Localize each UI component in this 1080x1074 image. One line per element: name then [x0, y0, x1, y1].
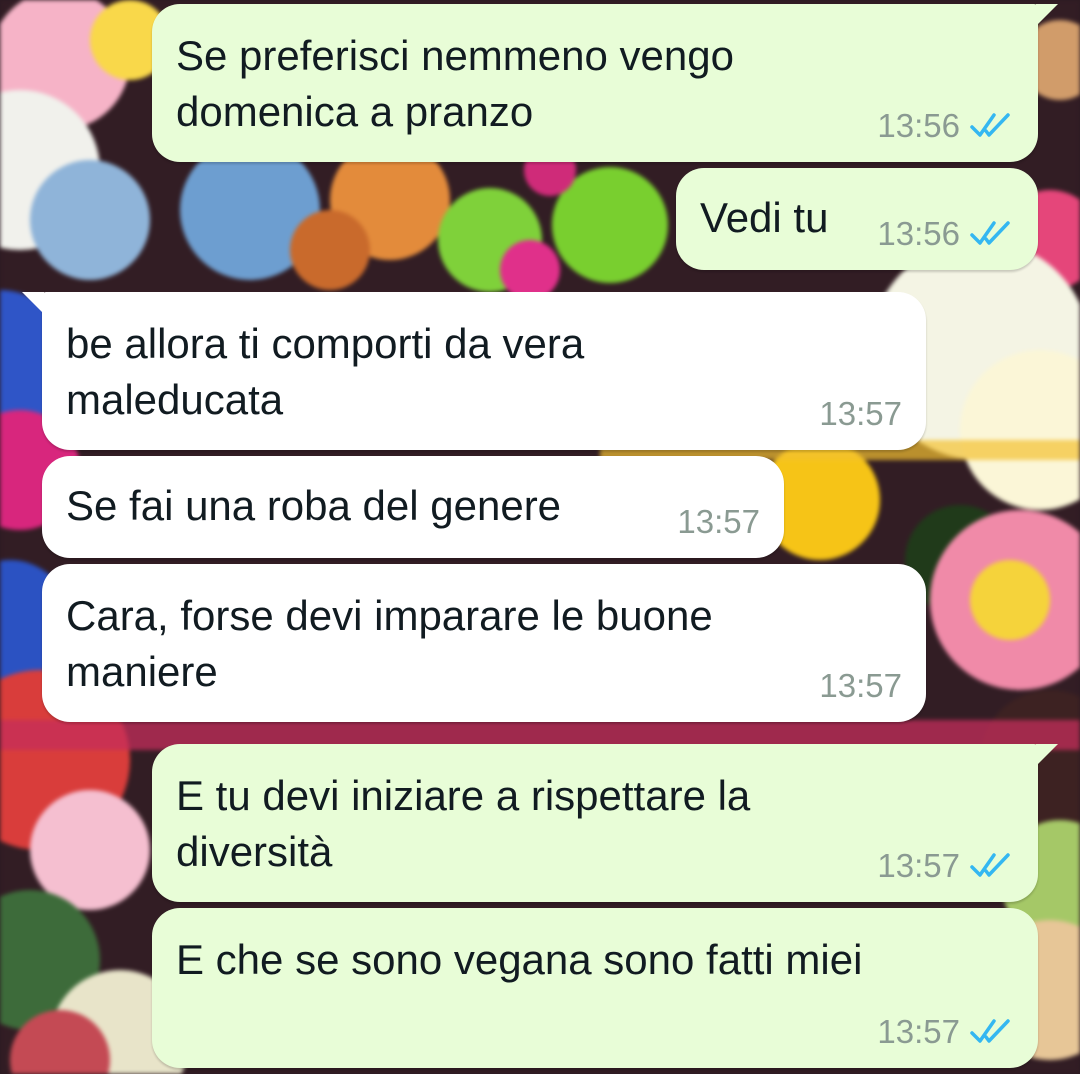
message-bubble[interactable]: E tu devi iniziare a rispettare la diver… [152, 744, 1058, 902]
bubble-tail [22, 292, 44, 314]
message-bubble[interactable]: E che se sono vegana sono fatti miei 13:… [152, 908, 1038, 1068]
message-text: Vedi tu [700, 194, 829, 241]
message-meta: 13:56 [877, 108, 1014, 144]
message-meta: 13:57 [819, 396, 902, 432]
bubble-tail [1036, 744, 1058, 766]
message-time: 13:57 [677, 503, 760, 540]
message-list[interactable]: Se preferisci nemmeno vengo domenica a p… [0, 0, 1080, 1074]
message-time: 13:56 [877, 107, 960, 144]
message-time: 13:57 [819, 667, 902, 704]
bubble-tail [1036, 4, 1058, 26]
message-bubble[interactable]: Se fai una roba del genere 13:57 [42, 456, 784, 558]
message-text: Cara, forse devi imparare le buone manie… [66, 592, 713, 695]
double-check-icon [970, 1019, 1010, 1043]
message-text: E che se sono vegana sono fatti miei [176, 936, 863, 983]
message-bubble[interactable]: Se preferisci nemmeno vengo domenica a p… [152, 4, 1058, 162]
double-check-icon [970, 221, 1010, 245]
double-check-icon [970, 853, 1010, 877]
message-time: 13:57 [877, 847, 960, 884]
message-meta: 13:57 [819, 668, 902, 704]
message-text: E tu devi iniziare a rispettare la diver… [176, 772, 751, 875]
message-time: 13:56 [877, 215, 960, 252]
double-check-icon [970, 113, 1010, 137]
message-text: Se preferisci nemmeno vengo domenica a p… [176, 32, 734, 135]
message-meta: 13:57 [677, 504, 760, 540]
message-time: 13:57 [877, 1013, 960, 1050]
message-meta: 13:57 [877, 848, 1014, 884]
message-bubble[interactable]: Vedi tu 13:56 [676, 168, 1038, 270]
message-bubble[interactable]: be allora ti comporti da vera maleducata… [22, 292, 926, 450]
message-text: Se fai una roba del genere [66, 482, 562, 529]
message-meta: 13:57 [877, 1014, 1014, 1050]
message-time: 13:57 [819, 395, 902, 432]
message-bubble[interactable]: Cara, forse devi imparare le buone manie… [42, 564, 926, 722]
message-text: be allora ti comporti da vera maleducata [66, 320, 585, 423]
message-meta: 13:56 [877, 216, 1014, 252]
